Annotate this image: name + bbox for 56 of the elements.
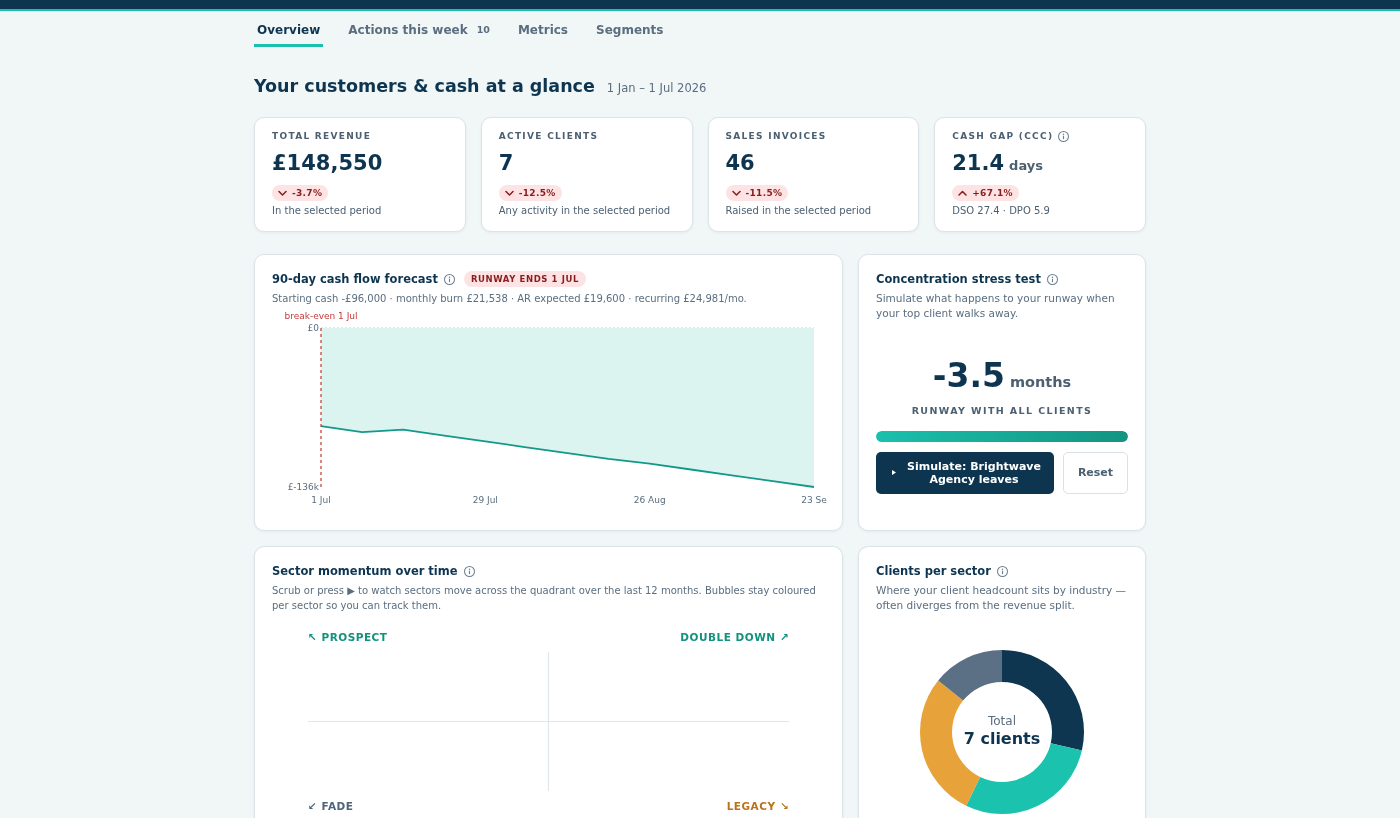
card-description: Starting cash -£96,000 · monthly burn £21,538 · AR expected £19,600 · recurring £24,981/mo. <box>272 291 748 306</box>
quadrant-label: ↙ FADE <box>308 798 354 813</box>
kpi-value: 46 <box>725 150 755 176</box>
change-percent: -11.5% <box>745 188 783 198</box>
change-percent: -3.7% <box>292 188 323 198</box>
annotation-label: break-even 1 Jul <box>284 310 358 320</box>
date-range: 1 Jan – 1 Jul 2026 <box>606 81 707 95</box>
simulate-button[interactable]: Simulate: Brightwave Agency leaves <box>876 451 1054 494</box>
play-icon <box>892 470 896 475</box>
kpi-note: In the selected period <box>272 204 383 218</box>
status-badge: RUNWAY ENDS 1 JUL <box>463 271 586 287</box>
card-title: Clients per sector <box>876 563 991 579</box>
axis-label: 1 Jul <box>311 494 331 505</box>
runway-value: -3.5 <box>932 355 1005 396</box>
axis-label: £-136k <box>287 481 319 492</box>
kpi-value: 7 <box>498 150 514 176</box>
card-description: Where your client headcount sits by industry — often diverges from the revenue split. <box>876 582 1128 613</box>
axis-label: 29 Jul <box>472 494 498 505</box>
change-percent: +67.1% <box>972 188 1013 198</box>
kpi-value: £148,550 <box>272 150 383 176</box>
runway-caption: RUNWAY WITH ALL CLIENTS <box>910 403 1094 418</box>
card-description: Scrub or press ▶ to watch sectors move across the quadrant over the last 12 months. Bubbles stay coloured per sector so you can track them. <box>272 583 817 613</box>
info-icon[interactable] <box>443 273 455 285</box>
kpi-note: Any activity in the selected period <box>498 204 672 218</box>
tab[interactable]: Metrics <box>514 11 571 47</box>
quadrant-label: ↖ PROSPECT <box>308 629 388 644</box>
axis-label: 23 Se <box>801 494 827 505</box>
change-percent: -12.5% <box>518 188 556 198</box>
card-title: Concentration stress test <box>876 271 1041 287</box>
runway-unit: months <box>1009 372 1072 392</box>
quadrant-label: DOUBLE DOWN ↗ <box>680 629 789 644</box>
info-icon[interactable] <box>463 565 475 577</box>
info-icon[interactable] <box>996 565 1008 577</box>
card-title: 90-day cash flow forecast <box>272 271 438 287</box>
axis-label: £0 <box>307 322 319 333</box>
card-title: Sector momentum over time <box>272 563 458 579</box>
reset-button[interactable]: Reset <box>1063 451 1128 494</box>
page-title: Your customers & cash at a glance <box>254 75 595 97</box>
info-icon[interactable] <box>1058 130 1070 142</box>
donut-center-value: 7 clients <box>963 728 1041 748</box>
kpi-note: DSO 27.4 · DPO 5.9 <box>952 204 1051 218</box>
kpi-label: ACTIVE CLIENTS <box>498 130 599 143</box>
axis-label: 26 Aug <box>633 494 666 505</box>
info-icon[interactable] <box>1046 273 1058 285</box>
tab[interactable]: Overview <box>254 11 324 47</box>
kpi-unit: days <box>1009 158 1043 173</box>
tab[interactable]: Actions this week 10 <box>345 11 493 47</box>
kpi-label: CASH GAP (CCC) <box>952 130 1054 143</box>
card-description: Simulate what happens to your runway when your top client walks away. <box>876 290 1116 321</box>
kpi-value: 21.4 <box>952 150 1005 176</box>
kpi-label: SALES INVOICES <box>725 130 827 143</box>
kpi-label: TOTAL REVENUE <box>272 130 372 143</box>
quadrant-label: LEGACY ↘ <box>726 798 789 813</box>
donut-center-label: Total <box>988 713 1016 727</box>
tab[interactable]: Segments <box>593 11 667 47</box>
kpi-note: Raised in the selected period <box>725 204 873 218</box>
